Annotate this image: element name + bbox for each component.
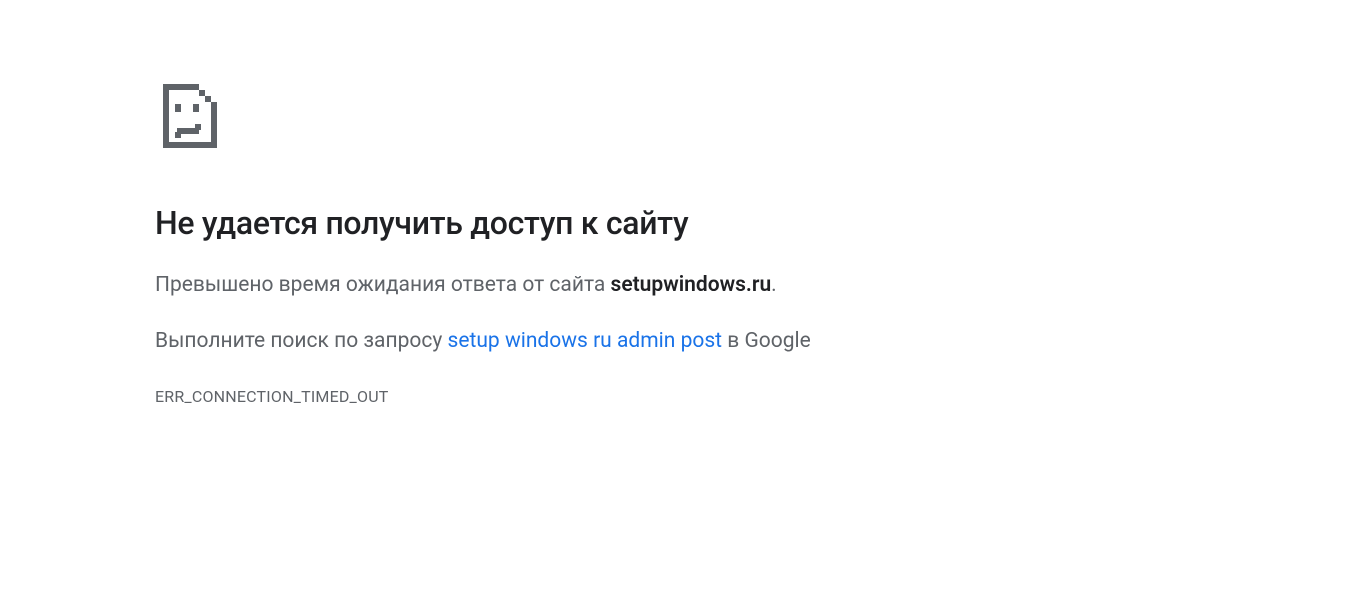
search-query-link[interactable]: setup windows ru admin post xyxy=(448,329,723,353)
error-icon-container xyxy=(155,80,1348,156)
error-code: ERR_CONNECTION_TIMED_OUT xyxy=(155,387,1348,406)
error-message-suffix: . xyxy=(771,273,777,297)
error-title: Не удается получить доступ к сайту xyxy=(155,204,1348,242)
sad-page-icon xyxy=(155,80,227,152)
search-suffix: в Google xyxy=(722,329,811,353)
error-hostname: setupwindows.ru xyxy=(611,273,772,297)
error-message: Превышено время ожидания ответа от сайта… xyxy=(155,270,1348,302)
search-prefix: Выполните поиск по запросу xyxy=(155,329,448,353)
error-message-prefix: Превышено время ожидания ответа от сайта xyxy=(155,273,611,297)
search-suggestion: Выполните поиск по запросу setup windows… xyxy=(155,326,1348,358)
